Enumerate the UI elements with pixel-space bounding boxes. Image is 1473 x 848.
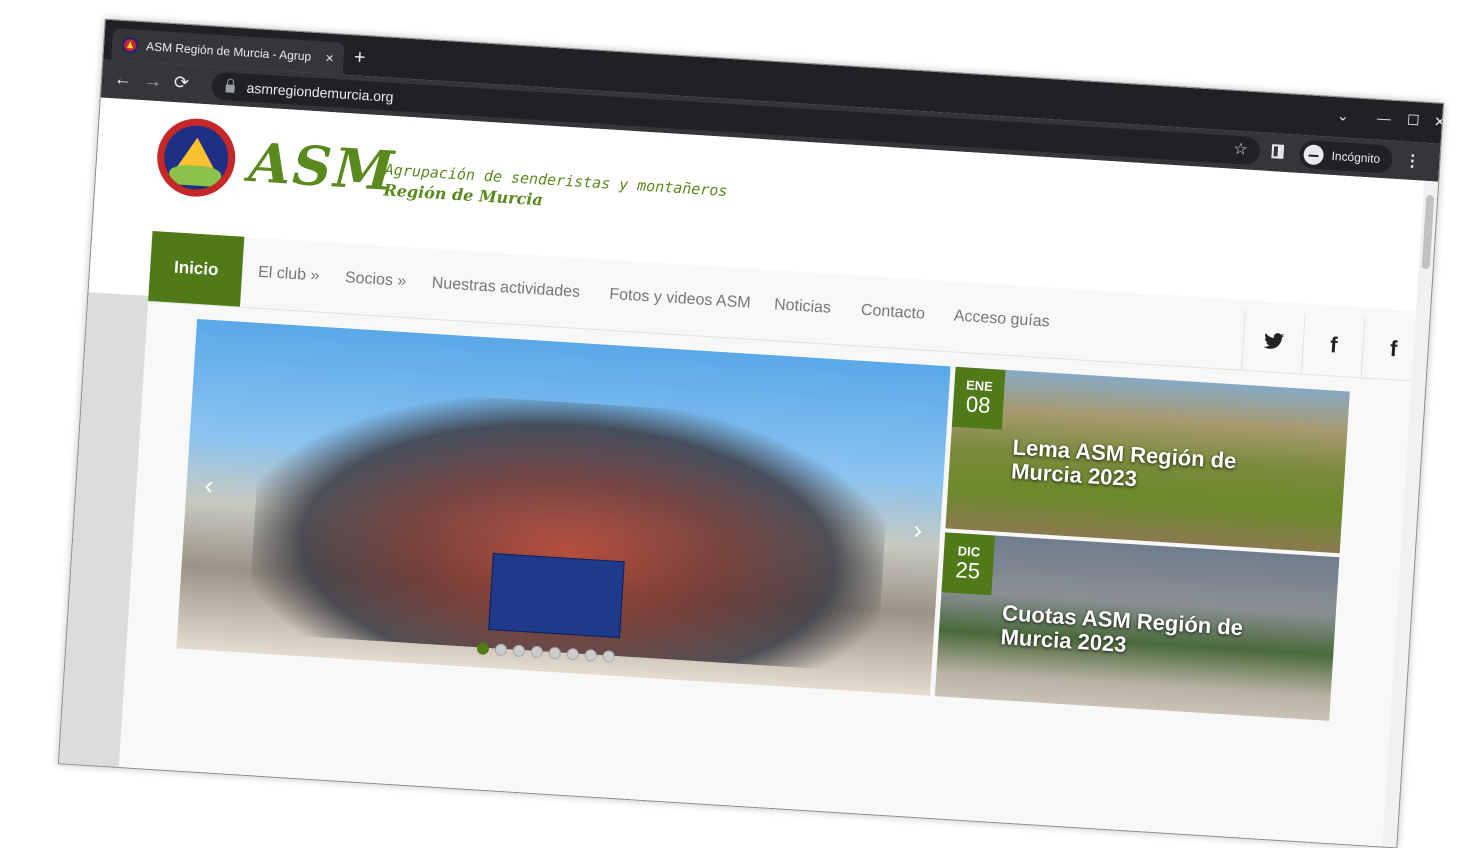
site-logo-icon[interactable] [154,116,238,199]
reload-button[interactable]: ⟳ [173,72,189,93]
slider-dot[interactable] [476,642,490,655]
incognito-badge[interactable]: Incógnito [1298,139,1394,174]
facebook-icon[interactable]: f [1300,313,1366,378]
slider-dot[interactable] [494,643,508,657]
new-tab-button[interactable]: + [353,46,366,69]
close-window-button[interactable]: ✕ [1433,113,1444,131]
minimize-button[interactable]: — [1377,110,1392,127]
photo-slider[interactable]: ‹ › [176,318,951,696]
date-badge: ENE 08 [951,366,1006,430]
incognito-label: Incógnito [1331,148,1381,166]
news-card-title[interactable]: Cuotas ASM Región de Murcia 2023 [1000,600,1302,668]
club-flag [488,553,625,639]
side-panel-icon[interactable] [1271,144,1285,159]
site-header: ASM Agrupación de senderistas y montañer… [154,116,758,243]
back-button[interactable]: ← [113,68,132,89]
menu-item-socios[interactable]: Socios » [344,269,406,291]
menu-item-contacto[interactable]: Contacto [860,302,925,324]
tab-close-icon[interactable]: × [325,50,334,66]
page-viewport: ASM Agrupación de senderistas y montañer… [58,97,1425,847]
date-day: 25 [954,557,981,584]
incognito-icon [1303,144,1325,166]
menu-item-actividades[interactable]: Nuestras actividades [431,275,580,302]
slider-next-button[interactable]: › [913,514,924,545]
menu-item-inicio[interactable]: Inicio [148,231,245,307]
tab-search-icon[interactable]: ⌄ [1337,107,1350,125]
menu-item-acceso-guias[interactable]: Acceso guías [953,308,1050,332]
news-card[interactable]: ENE 08 Lema ASM Región de Murcia 2023 [945,366,1350,554]
logo-text[interactable]: ASM [247,130,397,203]
url-text[interactable]: asmregiondemurcia.org [246,80,394,105]
slider-dot[interactable] [584,649,598,662]
menu-item-fotos-videos[interactable]: Fotos y videos ASM [609,286,751,313]
forward-button[interactable]: → [143,70,162,91]
news-card[interactable]: DIC 25 Cuotas ASM Región de Murcia 2023 [934,532,1340,721]
twitter-icon[interactable] [1240,309,1306,374]
slider-dot[interactable] [548,646,562,660]
slider-dot[interactable] [602,650,616,663]
lock-icon[interactable] [225,84,235,93]
browser-window: ASM Región de Murcia - Agrupac × + ⌄ — ☐… [57,18,1445,848]
maximize-button[interactable]: ☐ [1406,112,1421,130]
date-badge: DIC 25 [941,532,996,596]
date-day: 08 [965,391,992,418]
browser-menu-icon[interactable]: ⋮ [1404,151,1421,172]
news-card-title[interactable]: Lema ASM Región de Murcia 2023 [1010,434,1312,502]
menu-item-el-club[interactable]: El club » [258,264,320,286]
slider-dot[interactable] [566,647,580,661]
slider-dot[interactable] [512,644,526,658]
site-favicon-icon [121,36,139,54]
tab-title: ASM Región de Murcia - Agrupac [145,39,312,64]
scrollbar-thumb[interactable] [1421,194,1435,270]
menu-item-noticias[interactable]: Noticias [774,296,832,318]
slider-prev-button[interactable]: ‹ [204,470,215,501]
bookmark-star-icon[interactable]: ☆ [1233,139,1249,160]
slider-dot[interactable] [530,645,544,659]
